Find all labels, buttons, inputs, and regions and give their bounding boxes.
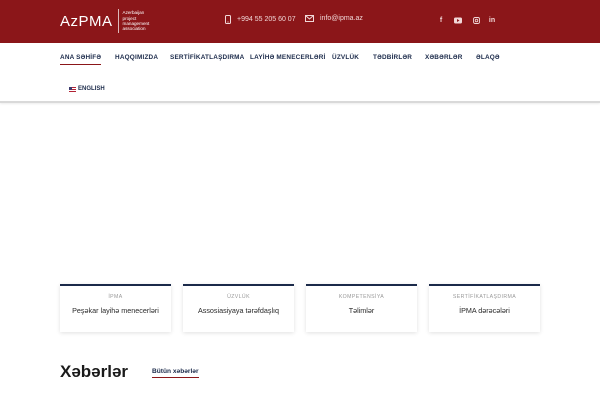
all-news-link[interactable]: Bütün xəbərlər <box>152 368 199 378</box>
email-contact[interactable]: info@ipma.az <box>305 15 363 22</box>
logo-subtitle: Azerbaijan project management associatio… <box>123 10 150 32</box>
logo-text: AzPMA <box>60 12 113 30</box>
facebook-icon[interactable]: f <box>435 14 447 26</box>
language-label: ENGLISH <box>78 86 105 92</box>
feature-card[interactable]: ÜZVLÜK Assosiasiyaya tərəfdaşlıq <box>183 284 294 332</box>
phone-icon <box>225 15 231 24</box>
card-category: ÜZVLÜK <box>227 294 250 300</box>
main-nav: ANA SƏHİFƏ HAQQIMIZDA SERTİFİKATLAŞDIRMA… <box>0 43 600 103</box>
nav-item-membership[interactable]: ÜZVLÜK <box>332 54 359 64</box>
logo-subtitle-line: association <box>122 26 146 32</box>
nav-item-certification[interactable]: SERTİFİKATLAŞDIRMA <box>170 54 244 64</box>
feature-card[interactable]: İPMA Peşəkar layihə menecerləri <box>60 284 171 332</box>
feature-card[interactable]: KOMPETENSİYA Təlimlər <box>306 284 417 332</box>
nav-item-project-managers[interactable]: LAYİHƏ MENECERLƏRİ <box>250 54 326 64</box>
nav-item-events[interactable]: TƏDBİRLƏR <box>373 54 412 64</box>
card-category: KOMPETENSİYA <box>338 294 385 300</box>
nav-item-contact[interactable]: ƏLAQƏ <box>476 54 500 64</box>
news-heading: Xəbərlər <box>60 362 129 381</box>
linkedin-icon[interactable]: in <box>486 14 498 26</box>
nav-item-news[interactable]: XƏBƏRLƏR <box>425 54 463 64</box>
nav-item-about[interactable]: HAQQIMIZDA <box>115 54 158 64</box>
us-flag-icon <box>69 86 76 92</box>
phone-number: +994 55 205 60 07 <box>237 16 296 23</box>
phone-contact[interactable]: +994 55 205 60 07 <box>225 15 296 24</box>
logo-divider <box>117 9 119 33</box>
card-title: Təlimlər <box>348 306 375 315</box>
email-address: info@ipma.az <box>320 15 363 22</box>
card-category: SERTİFİKATLAŞDIRMA <box>452 294 517 300</box>
mail-icon <box>305 15 314 22</box>
card-title: Assosiasiyaya tərəfdaşlıq <box>197 306 280 315</box>
instagram-icon[interactable] <box>470 14 482 26</box>
card-title: Peşəkar layihə menecerləri <box>72 306 159 315</box>
card-title: İPMA dərəcələri <box>459 306 510 315</box>
youtube-icon[interactable] <box>452 14 464 26</box>
nav-item-home[interactable]: ANA SƏHİFƏ <box>60 54 102 65</box>
feature-card[interactable]: SERTİFİKATLAŞDIRMA İPMA dərəcələri <box>429 284 540 332</box>
card-category: İPMA <box>108 294 123 300</box>
top-bar: AzPMA Azerbaijan project management asso… <box>0 0 600 43</box>
language-switch[interactable]: ENGLISH <box>69 86 105 92</box>
logo[interactable]: AzPMA Azerbaijan project management asso… <box>60 8 149 34</box>
